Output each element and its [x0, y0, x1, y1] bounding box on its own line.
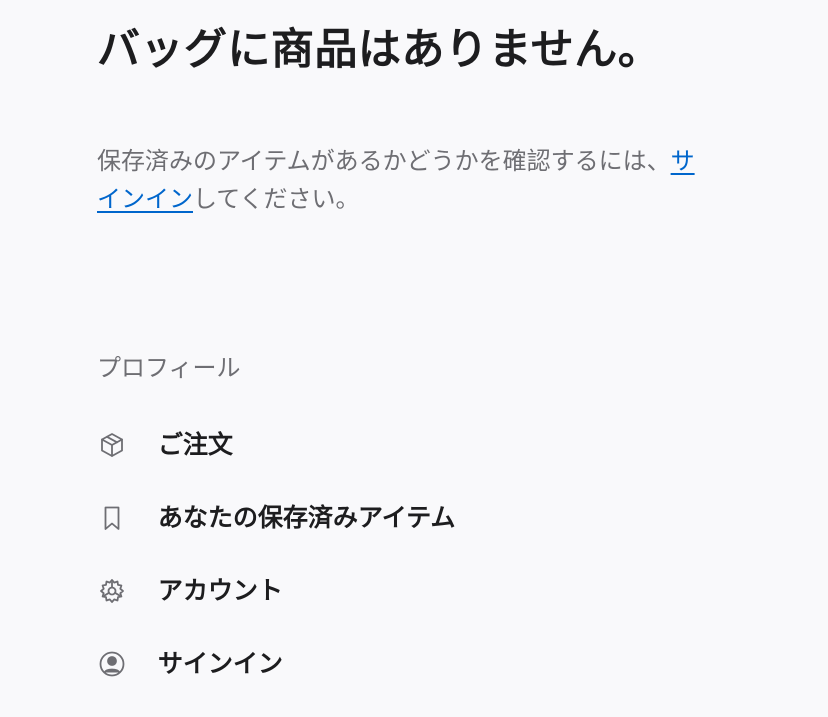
profile-item-label: あなたの保存済みアイテム [158, 503, 456, 532]
gear-icon [97, 576, 127, 606]
profile-heading: プロフィール [97, 354, 241, 382]
person-circle-icon [97, 649, 127, 679]
profile-item-account[interactable]: アカウント [97, 570, 456, 612]
bag-message-text-before: 保存済みのアイテムがあるかどうかを確認するには、 [97, 147, 671, 175]
profile-item-label: アカウント [158, 576, 284, 605]
bookmark-icon [97, 503, 127, 533]
package-icon [97, 430, 127, 460]
bag-message-text-after: してください。 [193, 185, 360, 213]
profile-menu: ご注文 あなたの保存済みアイテム アカウント サインイン [97, 424, 456, 716]
bag-empty-title: バッグに商品はありません。 [97, 25, 662, 75]
profile-item-orders[interactable]: ご注文 [97, 424, 456, 466]
profile-item-label: サインイン [158, 649, 284, 678]
profile-item-label: ご注文 [158, 430, 234, 459]
profile-item-saved-items[interactable]: あなたの保存済みアイテム [97, 497, 456, 539]
bag-page: バッグに商品はありません。 保存済みのアイテムがあるかどうかを確認するには、サイ… [0, 0, 828, 717]
profile-item-sign-in[interactable]: サインイン [97, 643, 456, 685]
bag-empty-message: 保存済みのアイテムがあるかどうかを確認するには、サインインしてください。 [97, 142, 717, 218]
